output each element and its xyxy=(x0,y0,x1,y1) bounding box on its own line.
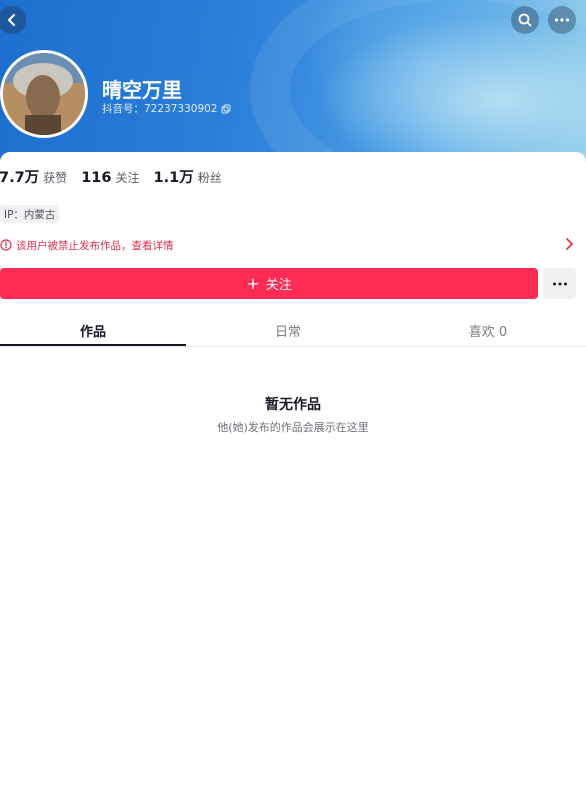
avatar-image xyxy=(3,53,85,135)
more-options-button[interactable] xyxy=(548,6,576,34)
more-dots-icon xyxy=(552,282,567,285)
copy-icon[interactable] xyxy=(221,104,231,114)
douyin-id[interactable]: 抖音号：72237330902 xyxy=(102,101,231,116)
ban-warning-row[interactable]: 该用户被禁止发布作品，查看详情 xyxy=(0,236,578,254)
stat-value: 1.1万 xyxy=(153,170,194,186)
search-button[interactable] xyxy=(511,6,539,34)
stat-likes[interactable]: 7.7万 获赞 xyxy=(0,166,67,187)
more-actions-button[interactable] xyxy=(543,268,576,299)
ban-warning-text: 该用户被禁止发布作品，查看详情 xyxy=(16,239,174,252)
tab-likes[interactable]: 喜欢 0 xyxy=(395,313,581,347)
douyin-id-text: 抖音号：72237330902 xyxy=(102,103,218,115)
stat-label: 粉丝 xyxy=(197,171,222,185)
plus-icon: + xyxy=(246,273,260,293)
chevron-left-icon xyxy=(8,14,15,26)
follow-button[interactable]: + 关注 xyxy=(0,268,538,299)
chevron-right-icon xyxy=(566,238,573,250)
more-dots-icon xyxy=(554,18,570,22)
empty-state-title: 暂无作品 xyxy=(265,397,321,413)
stat-label: 获赞 xyxy=(43,171,68,185)
profile-name: 晴空万里 xyxy=(102,78,182,102)
stat-following[interactable]: 116 关注 xyxy=(81,169,139,186)
follow-button-label: 关注 xyxy=(265,278,292,293)
avatar[interactable] xyxy=(0,50,88,138)
search-icon xyxy=(518,13,532,27)
empty-state-description: 他(她)发布的作品会展示在这里 xyxy=(217,421,369,434)
stat-value: 116 xyxy=(81,170,112,186)
stat-label: 关注 xyxy=(115,171,140,185)
tab-works[interactable]: 作品 xyxy=(0,313,186,347)
profile-tabs: 作品 日常 喜欢 0 xyxy=(0,313,586,347)
stat-value: 7.7万 xyxy=(0,170,40,186)
active-tab-indicator xyxy=(0,344,186,346)
ip-location-tag: IP：内蒙古 xyxy=(0,205,60,223)
stat-followers[interactable]: 1.1万 粉丝 xyxy=(154,166,222,187)
profile-banner xyxy=(0,0,586,165)
alert-circle-icon xyxy=(0,239,12,251)
tab-daily[interactable]: 日常 xyxy=(195,313,381,347)
profile-stats: 7.7万 获赞 116 关注 1.1万 粉丝 xyxy=(0,166,236,187)
